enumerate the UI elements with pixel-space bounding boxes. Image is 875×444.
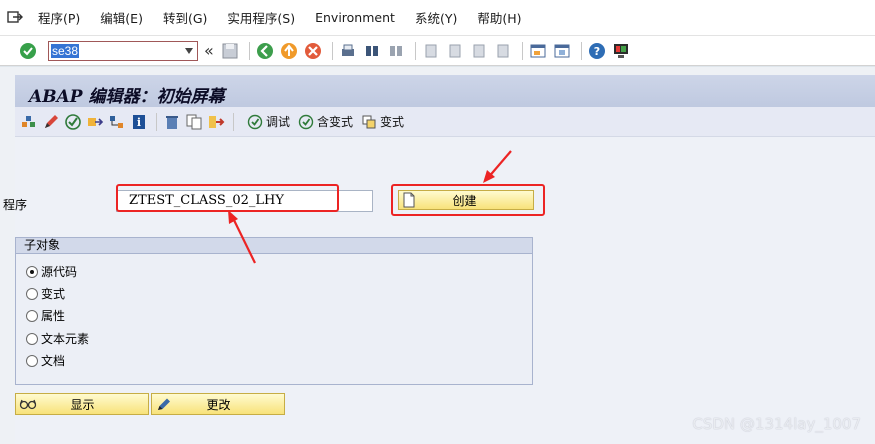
svg-text:?: ? [594,45,600,58]
menu-goto[interactable]: 转到(G) [153,8,217,27]
separator [414,41,416,60]
radio-label: 文本元素 [41,332,90,346]
save-icon[interactable] [220,41,240,61]
window-menu-icon[interactable] [0,0,30,36]
menu-environment[interactable]: Environment [305,10,405,25]
create-label: 创建 [452,193,477,208]
menu-utilities[interactable]: 实用程序(S) [217,8,305,27]
program-input[interactable]: ZTEST_CLASS_02_LHY [116,190,373,212]
change-label: 更改 [206,397,231,412]
command-dropdown-icon[interactable] [183,46,195,56]
first-page-icon[interactable] [421,41,441,61]
command-input[interactable] [49,42,177,59]
variant-button[interactable]: 变式 [361,113,404,130]
find-next-icon[interactable] [386,41,406,61]
activate-icon[interactable] [85,112,105,132]
check-icon[interactable] [63,112,83,132]
change-button[interactable]: 更改 [151,393,285,415]
execute-with-variant-button[interactable]: 含变式 [298,113,353,130]
display-label: 显示 [70,397,95,412]
menu-edit[interactable]: 编辑(E) [90,8,153,27]
radio-variants[interactable]: 变式 [26,285,65,302]
radio-label: 文档 [41,354,66,368]
menu-bar: 程序(P) 编辑(E) 转到(G) 实用程序(S) Environment 系统… [0,0,875,36]
pencil-icon[interactable] [41,112,61,132]
next-page-icon[interactable] [469,41,489,61]
separator [331,41,333,60]
display-button[interactable]: 显示 [15,393,149,415]
pencil-icon [158,398,170,410]
rename-icon[interactable] [206,112,226,132]
debug-button[interactable]: 调试 [247,113,290,130]
execute-with-variant-label: 含变式 [317,115,354,129]
debug-label: 调试 [266,115,291,129]
new-session-icon[interactable] [528,41,548,61]
collapse-icon[interactable]: « [204,41,214,60]
svg-text:i: i [137,116,141,129]
copy-icon[interactable] [184,112,204,132]
separator [521,41,523,60]
find-icon[interactable] [362,41,382,61]
separator [580,41,582,60]
radio-label: 变式 [41,287,66,301]
variant-icon [362,115,376,128]
radio-source-code[interactable]: 源代码 [26,263,77,280]
delete-icon[interactable] [162,112,182,132]
exit-icon[interactable] [279,41,299,61]
variant-label: 变式 [380,115,405,129]
subobjects-group: 子对象 源代码 变式 属性 文本元素 文档 [15,237,533,385]
shortcut-icon[interactable] [552,41,572,61]
debug-icon [247,114,263,129]
menu-help[interactable]: 帮助(H) [467,8,531,27]
screen-title: ABAP 编辑器：初始屏幕 [29,87,225,107]
help-icon[interactable]: ? [587,41,607,61]
radio-attributes[interactable]: 属性 [26,307,65,324]
subobjects-title: 子对象 [16,238,532,254]
last-page-icon[interactable] [493,41,513,61]
radio-button[interactable] [26,332,38,345]
system-toolbar: se38 « ? [0,36,875,66]
radio-label: 源代码 [41,265,78,279]
radio-documentation[interactable]: 文档 [26,352,65,369]
glasses-icon [19,399,37,410]
radio-label: 属性 [41,309,66,323]
title-bar: ABAP 编辑器：初始屏幕 [15,75,875,107]
application-toolbar: i 调试 含变式 变式 [15,107,875,137]
separator [233,112,234,131]
radio-button[interactable] [26,287,38,300]
hierarchy-icon[interactable] [107,112,127,132]
execute-variant-icon [298,114,314,129]
watermark: CSDN @1314lay_1007 [692,415,861,433]
radio-button[interactable] [26,354,38,367]
new-document-icon [403,192,415,208]
create-button[interactable]: 创建 [398,190,534,210]
separator [248,41,250,60]
enter-check-icon[interactable] [18,41,38,61]
previous-page-icon[interactable] [445,41,465,61]
print-icon[interactable] [338,41,358,61]
info-icon[interactable]: i [129,112,149,132]
radio-button[interactable] [26,309,38,322]
back-icon[interactable] [255,41,275,61]
menu-system[interactable]: 系统(Y) [405,8,467,27]
command-field[interactable]: se38 [48,40,198,61]
object-list-icon[interactable] [19,112,39,132]
radio-text-elements[interactable]: 文本元素 [26,330,89,347]
separator [156,112,157,131]
customize-layout-icon[interactable] [611,41,631,61]
menu-program[interactable]: 程序(P) [30,8,90,27]
radio-button[interactable] [26,265,38,278]
program-label: 程序 [3,198,28,212]
cancel-icon[interactable] [303,41,323,61]
